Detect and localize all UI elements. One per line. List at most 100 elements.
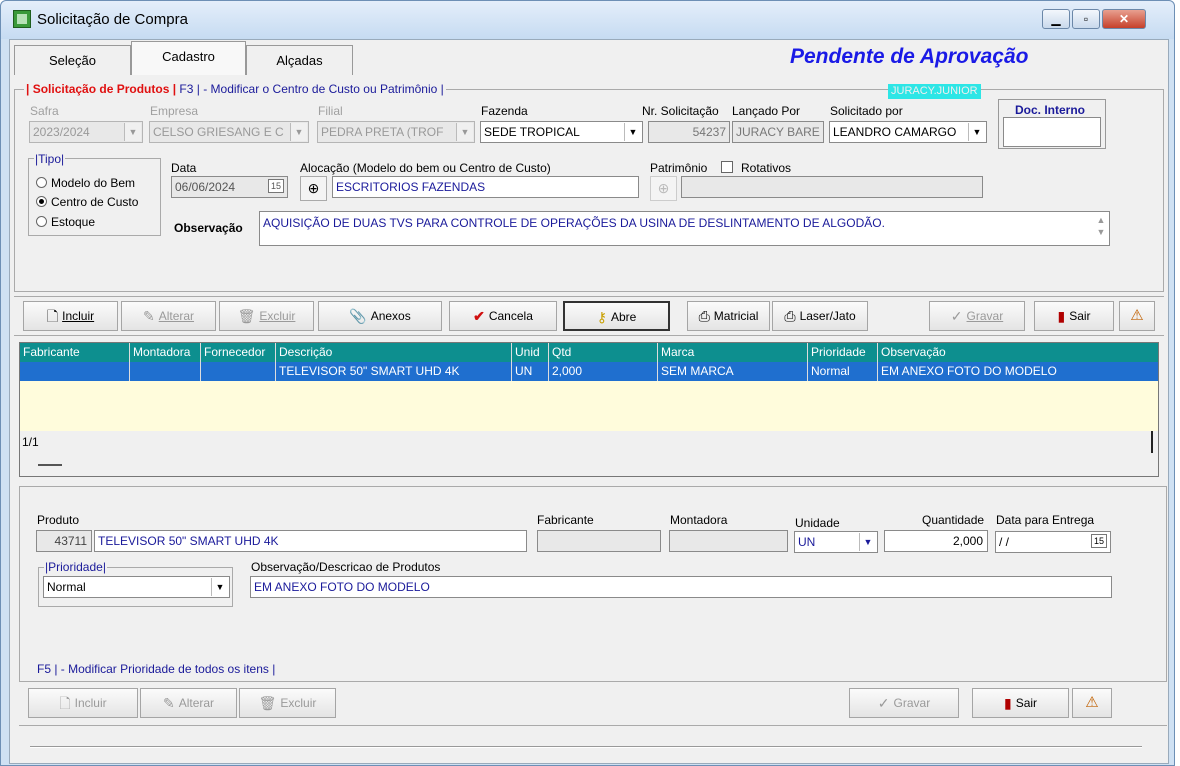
title-bar[interactable]: Solicitação de Compra ▁ ▫ ✕ — [1, 1, 1174, 39]
lancado-por-label: Lançado Por — [732, 104, 801, 118]
table-row[interactable]: TELEVISOR 50" SMART UHD 4K UN 2,000 SEM … — [20, 362, 1158, 381]
bottom-sair-button[interactable]: ▮ Sair — [972, 688, 1069, 718]
bottom-excluir-button[interactable]: 🗑 Excluir — [239, 688, 336, 718]
grid-col-observacao[interactable]: Observação — [878, 343, 1158, 362]
grid-col-qtd[interactable]: Qtd — [549, 343, 658, 362]
prioridade-label: |Prioridade| — [44, 560, 107, 574]
cell-marca: SEM MARCA — [658, 362, 808, 381]
rotativos-checkbox[interactable] — [721, 161, 733, 173]
nr-solicitacao-field[interactable]: 54237 — [648, 121, 730, 143]
zoom-in-icon-disabled[interactable]: ⊕ — [650, 176, 677, 201]
cell-fornecedor — [201, 362, 276, 381]
obs-produto-field[interactable]: EM ANEXO FOTO DO MODELO — [250, 576, 1112, 598]
observacao-field[interactable]: AQUISIÇÃO DE DUAS TVS PARA CONTROLE DE O… — [259, 211, 1110, 246]
patrimonio-field[interactable] — [681, 176, 983, 198]
radio-estoque[interactable]: Estoque — [36, 215, 95, 229]
radio-centro-de-custo[interactable]: Centro de Custo — [36, 195, 138, 209]
excluir-label: Excluir — [259, 309, 296, 323]
grid-header: Fabricante Montadora Fornecedor Descriçã… — [20, 343, 1158, 362]
solicitado-por-value: LEANDRO CAMARGO — [833, 125, 957, 139]
gravar-button[interactable]: ✓ Gravar — [929, 301, 1025, 331]
laser-label: Laser/Jato — [799, 309, 856, 323]
grid-col-marca[interactable]: Marca — [658, 343, 808, 362]
anexos-button[interactable]: 📎 Anexos — [318, 301, 442, 331]
radio-icon — [36, 216, 47, 227]
solicitado-por-label: Solicitado por — [830, 104, 903, 118]
entrega-label: Data para Entrega — [996, 513, 1095, 527]
chevron-down-icon: ▼ — [124, 123, 141, 141]
alterar-label: Alterar — [158, 309, 195, 323]
grid-col-prioridade[interactable]: Prioridade — [808, 343, 878, 362]
solicitado-por-select[interactable]: LEANDRO CAMARGO ▼ — [829, 121, 987, 143]
bottom-incluir-button[interactable]: 🗋 Incluir — [28, 688, 138, 718]
zoom-in-icon[interactable]: ⊕ — [300, 176, 327, 201]
calendar-icon[interactable]: 15 — [1091, 534, 1107, 548]
produto-desc-field[interactable]: TELEVISOR 50" SMART UHD 4K — [94, 530, 527, 552]
help-icon: ⚠ — [1085, 694, 1099, 711]
fabricante-field[interactable] — [537, 530, 661, 552]
unidade-value: UN — [798, 535, 816, 549]
grid-pager: 1/1 — [22, 435, 39, 449]
filial-select[interactable]: PEDRA PRETA (TROF ▼ — [317, 121, 475, 143]
produto-code-field[interactable]: 43711 — [36, 530, 92, 552]
alocacao-field[interactable]: ESCRITORIOS FAZENDAS — [332, 176, 639, 198]
entrega-value: / / — [999, 535, 1010, 549]
calendar-icon[interactable]: 15 — [268, 179, 284, 193]
tab-alcadas[interactable]: Alçadas — [246, 45, 353, 75]
data-field[interactable]: 06/06/2024 15 — [171, 176, 288, 198]
incluir-button[interactable]: 🗋 Incluir — [23, 301, 118, 331]
scroll-arrows-icon[interactable]: ▲ ▼ — [1095, 214, 1107, 238]
bottom-help-button[interactable]: ⚠ — [1072, 688, 1112, 718]
abre-label: Abre — [610, 310, 637, 324]
laser-jato-button[interactable]: ⎙ Laser/Jato — [772, 301, 868, 331]
minimize-button[interactable]: ▁ — [1042, 9, 1070, 29]
cell-descricao: TELEVISOR 50" SMART UHD 4K — [276, 362, 512, 381]
matricial-button[interactable]: ⎙ Matricial — [687, 301, 770, 331]
app-icon — [13, 10, 31, 28]
lancado-por-field[interactable]: JURACY BARE — [732, 121, 824, 143]
tab-selecao[interactable]: Seleção — [14, 45, 131, 75]
tipo-label: |Tipo| — [34, 152, 66, 166]
empresa-select[interactable]: CELSO GRIESANG E C ▼ — [149, 121, 309, 143]
quantidade-field[interactable]: 2,000 — [884, 530, 988, 552]
grid-col-fabricante[interactable]: Fabricante — [20, 343, 130, 362]
tab-cadastro[interactable]: Cadastro — [131, 41, 246, 75]
excluir-button[interactable]: 🗑 Excluir — [219, 301, 314, 331]
doc-interno-field[interactable] — [1003, 117, 1101, 147]
bottom-gravar-button[interactable]: ✓ Gravar — [849, 688, 959, 718]
chevron-down-icon: ▼ — [211, 578, 228, 596]
abre-button[interactable]: ⚷ Abre — [563, 301, 670, 331]
close-button[interactable]: ✕ — [1102, 9, 1146, 29]
prioridade-label-text: Prioridade — [48, 560, 103, 574]
printer-icon: ⎙ — [698, 308, 710, 324]
grid-col-unid[interactable]: Unid — [512, 343, 549, 362]
grid-footer: 1/1 — [20, 431, 1158, 476]
grid-col-fornecedor[interactable]: Fornecedor — [201, 343, 276, 362]
radio-estoque-label: Estoque — [51, 215, 96, 229]
entrega-field[interactable]: / / 15 — [995, 531, 1111, 553]
alterar-button[interactable]: ✎ Alterar — [121, 301, 216, 331]
attachment-icon: 📎 — [349, 308, 367, 324]
unidade-select[interactable]: UN ▼ — [794, 531, 878, 553]
grid-col-montadora[interactable]: Montadora — [130, 343, 201, 362]
help-button[interactable]: ⚠ — [1119, 301, 1155, 331]
new-doc-icon: 🗋 — [59, 695, 71, 711]
safra-select[interactable]: 2023/2024 ▼ — [29, 121, 143, 143]
cell-montadora — [130, 362, 201, 381]
alocacao-label: Alocação (Modelo do bem ou Centro de Cus… — [300, 161, 551, 175]
radio-modelo-do-bem[interactable]: Modelo do Bem — [36, 176, 135, 190]
prioridade-select[interactable]: Normal ▼ — [43, 576, 230, 598]
montadora-field[interactable] — [669, 530, 788, 552]
fazenda-select[interactable]: SEDE TROPICAL ▼ — [480, 121, 643, 143]
cell-qtd: 2,000 — [549, 362, 658, 381]
grid-col-descricao[interactable]: Descrição — [276, 343, 512, 362]
maximize-button[interactable]: ▫ — [1072, 9, 1100, 29]
sair-button[interactable]: ▮ Sair — [1034, 301, 1114, 331]
app-window: Solicitação de Compra ▁ ▫ ✕ Seleção Cada… — [0, 0, 1175, 766]
splitter-handle[interactable] — [38, 464, 62, 466]
grid-scrollbar[interactable] — [1151, 431, 1153, 453]
montadora-label: Montadora — [670, 513, 728, 527]
bottom-alterar-button[interactable]: ✎ Alterar — [140, 688, 237, 718]
cancela-button[interactable]: ✔ Cancela — [449, 301, 557, 331]
items-grid[interactable]: Fabricante Montadora Fornecedor Descriçã… — [19, 342, 1159, 477]
